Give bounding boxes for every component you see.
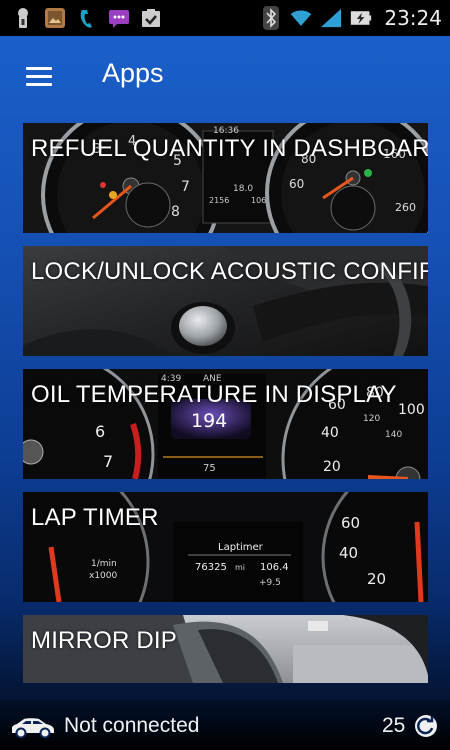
svg-text:18.0: 18.0 (233, 184, 253, 194)
connection-status-bar: Not connected 25 (0, 700, 450, 750)
app-tile-label: REFUEL QUANTITY IN DASHBOARD (31, 135, 428, 162)
status-bar: 23:24 (0, 0, 450, 36)
svg-text:75: 75 (203, 463, 216, 474)
app-bar: Apps (0, 36, 450, 116)
svg-text:8: 8 (171, 204, 180, 220)
svg-text:140: 140 (385, 430, 402, 440)
svg-text:194: 194 (191, 410, 227, 432)
svg-text:2156: 2156 (209, 196, 229, 205)
svg-text:1/min: 1/min (91, 559, 117, 569)
svg-text:20: 20 (323, 459, 341, 475)
refresh-icon[interactable] (414, 714, 438, 738)
app-tile-oil-temperature[interactable]: 6 7 4:39 ANE 194 75 60 80 100 40 20 120 … (23, 369, 428, 479)
svg-text:7: 7 (181, 179, 190, 195)
connection-status-text: Not connected (64, 714, 200, 737)
svg-text:260: 260 (395, 201, 416, 214)
wifi-icon (290, 7, 312, 29)
svg-text:106.4: 106.4 (260, 562, 289, 573)
chat-icon (108, 7, 130, 29)
app-tile-lap-timer[interactable]: 1/min x1000 Laptimer 76325 mi 106.4 +9.5… (23, 492, 428, 602)
svg-text:120: 120 (363, 414, 380, 424)
car-icon (12, 718, 54, 739)
clock-time: 23:24 (384, 6, 442, 30)
app-tile-label: MIRROR DIP (31, 627, 177, 654)
app-tile-label: LOCK/UNLOCK ACOUSTIC CONFIRMATION (31, 258, 428, 285)
svg-text:6: 6 (95, 422, 105, 441)
app-tile-label: OIL TEMPERATURE IN DISPLAY (31, 381, 397, 408)
keyhole-icon (12, 7, 34, 29)
battery-charging-icon (350, 7, 372, 29)
svg-text:7: 7 (103, 452, 113, 471)
clipboard-check-icon (140, 7, 162, 29)
app-count: 25 (382, 714, 406, 737)
signal-icon (320, 7, 342, 29)
page-title: Apps (102, 58, 164, 88)
app-tile-refuel-quantity[interactable]: 5 7 8 3 4 16:36 18.0 2156 106.4 60 80 16… (23, 123, 428, 233)
app-tile-lock-unlock-acoustic[interactable]: LOCK/UNLOCK ACOUSTIC CONFIRMATION (23, 246, 428, 356)
svg-text:100: 100 (398, 402, 425, 418)
hamburger-menu-icon[interactable] (26, 67, 52, 87)
app-tile-mirror-dip[interactable]: MIRROR DIP (23, 615, 428, 683)
svg-text:x1000: x1000 (89, 571, 118, 581)
svg-text:40: 40 (339, 544, 358, 562)
photo-icon (44, 7, 66, 29)
svg-text:76325: 76325 (195, 562, 227, 573)
svg-text:+9.5: +9.5 (259, 578, 281, 588)
phone-icon (76, 7, 98, 29)
svg-text:60: 60 (341, 514, 360, 532)
app-tile-label: LAP TIMER (31, 504, 159, 531)
bluetooth-icon (260, 6, 282, 30)
svg-text:Laptimer: Laptimer (218, 542, 264, 553)
main-area: Apps 5 7 8 3 4 16:36 18.0 2156 106.4 60 … (0, 36, 450, 750)
svg-text:60: 60 (289, 177, 304, 191)
svg-text:20: 20 (367, 570, 386, 588)
svg-text:40: 40 (321, 425, 339, 441)
svg-text:mi: mi (235, 563, 245, 572)
